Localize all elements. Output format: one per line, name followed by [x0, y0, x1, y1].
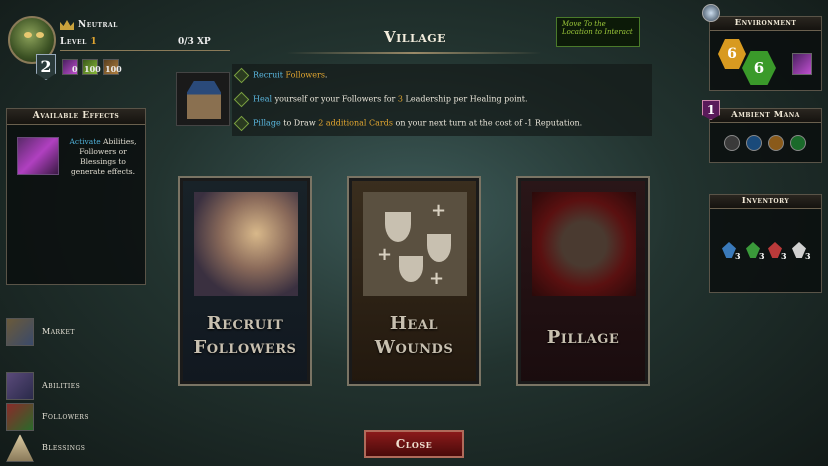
effects-panel: Available Effects Activate Abilities, Fo… [6, 108, 146, 285]
gold-resource-value: 100 [105, 64, 122, 74]
green-hex-value: 6 [742, 51, 776, 85]
inventory-panel: Inventory [709, 194, 822, 293]
healing-shields-icon: + + + [363, 192, 467, 296]
bullet-icon [233, 91, 250, 108]
followers-icon[interactable] [6, 403, 34, 431]
instruction-highlight: 2 additional Cards [318, 118, 393, 128]
green-mana-icon[interactable] [790, 135, 806, 151]
level-value: 1 [90, 37, 98, 47]
instruction-post: Leadership per Healing point. [403, 94, 528, 104]
crystal-resource-value: 0 [72, 64, 78, 74]
ambient-mana-panel: Ambient Mana [709, 108, 822, 163]
instruction-mid: yourself or your Followers for [272, 94, 398, 104]
banner-icon [194, 192, 298, 296]
xp-counter: 0/3 XP [178, 37, 211, 47]
nature-resource-value: 100 [84, 64, 101, 74]
instruction-keyword: Pillage [253, 118, 281, 128]
level-text: Level [60, 37, 87, 47]
crystal-icon [792, 53, 812, 75]
nav-followers[interactable]: Followers [42, 412, 89, 421]
grey-mana-icon[interactable] [724, 135, 740, 151]
green-crystal-count: 3 [759, 251, 765, 261]
instruction-highlight: Followers [285, 70, 325, 80]
bullet-icon [233, 115, 250, 132]
pillage-card-label: Pillage [546, 327, 620, 348]
nav-abilities[interactable]: Abilities [42, 381, 80, 390]
title-divider [286, 52, 542, 54]
instruction-recruit: Recruit Followers. [233, 67, 328, 84]
orange-mana-icon[interactable] [768, 135, 784, 151]
loot-sack-icon [532, 192, 636, 296]
environment-title: Environment [710, 17, 821, 31]
instruction-post: . [324, 70, 328, 80]
magic-book-icon [17, 137, 59, 175]
leadership-badge: 2 [36, 54, 56, 80]
instruction-keyword: Recruit [253, 70, 283, 80]
close-button[interactable]: Close [364, 430, 464, 458]
pillage-card[interactable]: Pillage [516, 176, 650, 386]
blue-mana-icon[interactable] [746, 135, 762, 151]
bullet-icon [233, 67, 250, 84]
move-hint-tooltip: Move To the Location to Interact [556, 17, 640, 47]
red-crystal-count: 3 [781, 251, 787, 261]
blue-crystal-count: 3 [735, 251, 741, 261]
nav-blessings[interactable]: Blessings [42, 443, 85, 452]
location-title: Village [383, 28, 447, 46]
market-icon[interactable] [6, 318, 34, 346]
village-icon [176, 72, 230, 126]
xp-divider [60, 50, 230, 51]
heal-wounds-card[interactable]: + + + Heal Wounds [347, 176, 481, 386]
recruit-card-label: Recruit Followers [193, 313, 297, 358]
instruction-keyword: Heal [253, 94, 273, 104]
instruction-mid: to Draw [280, 118, 319, 128]
effects-description: Activate Abilities, Followers or Blessin… [65, 137, 141, 177]
level-label: Level 1 [60, 37, 97, 47]
heal-card-label: Heal Wounds [374, 313, 454, 358]
instruction-heal: Heal yourself or your Followers for 3 Le… [233, 91, 528, 108]
effects-panel-title: Available Effects [7, 109, 145, 125]
instruction-pillage: Pillage to Draw 2 additional Cards on yo… [233, 115, 583, 132]
crown-icon [60, 20, 74, 30]
environment-orb-icon[interactable] [702, 4, 720, 22]
gold-hex-value: 6 [718, 39, 746, 69]
blessings-icon[interactable] [6, 434, 34, 462]
ambient-mana-title: Ambient Mana [710, 109, 821, 123]
effects-activate-text: Activate [69, 137, 101, 146]
instruction-post: on your next turn at the cost of -1 Repu… [392, 118, 583, 128]
location-actions-list: Recruit Followers. Heal yourself or your… [232, 64, 652, 136]
environment-panel: Environment 6 6 [709, 16, 822, 91]
nav-market[interactable]: Market [42, 327, 75, 336]
abilities-icon[interactable] [6, 372, 34, 400]
white-crystal-count: 3 [805, 251, 811, 261]
recruit-followers-card[interactable]: Recruit Followers [178, 176, 312, 386]
inventory-title: Inventory [710, 195, 821, 209]
alignment-label: Neutral [78, 20, 118, 30]
